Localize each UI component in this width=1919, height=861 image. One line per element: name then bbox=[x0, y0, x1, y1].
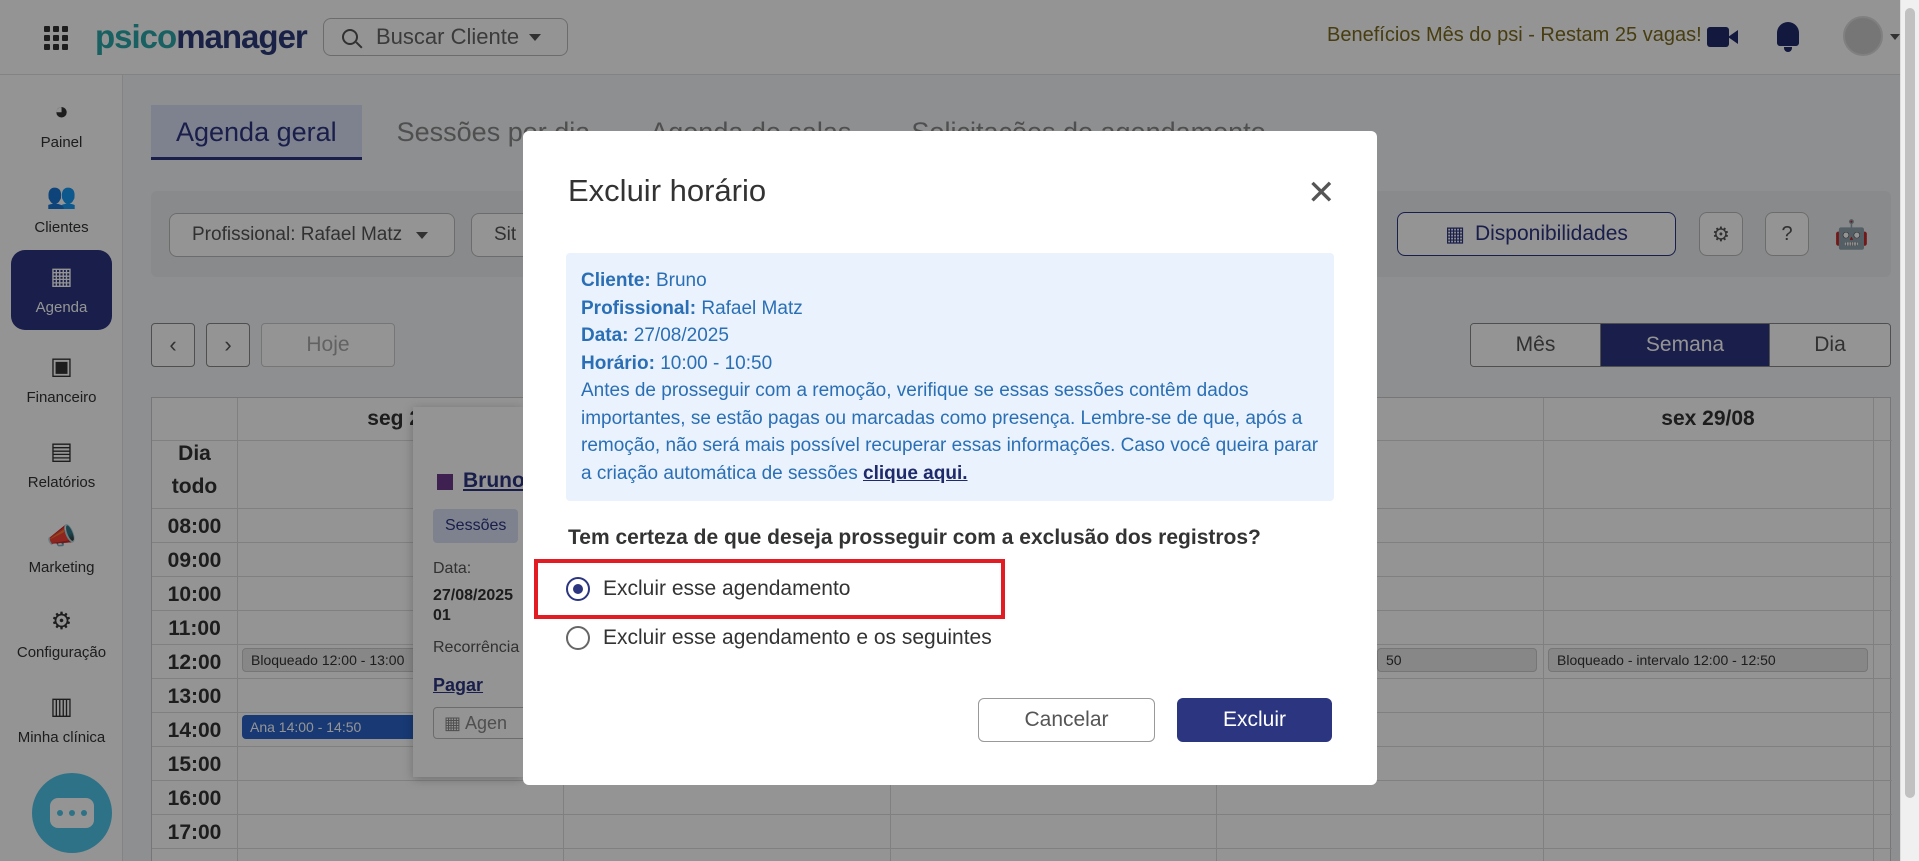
info-time: 10:00 - 10:50 bbox=[660, 352, 773, 374]
delete-button[interactable]: Excluir bbox=[1177, 698, 1332, 742]
info-date: 27/08/2025 bbox=[633, 325, 729, 346]
info-professional: Rafael Matz bbox=[701, 297, 803, 319]
option-delete-following[interactable]: Excluir esse agendamento e os seguintes bbox=[566, 626, 992, 650]
delete-slot-dialog: Excluir horário ✕ Cliente: Bruno Profiss… bbox=[523, 131, 1377, 785]
option-delete-this[interactable]: Excluir esse agendamento bbox=[566, 577, 850, 601]
info-client: Bruno bbox=[655, 270, 707, 291]
scrollbar-thumb[interactable] bbox=[1905, 8, 1915, 798]
radio-button[interactable] bbox=[566, 626, 590, 650]
cancel-button[interactable]: Cancelar bbox=[978, 698, 1155, 742]
close-icon[interactable]: ✕ bbox=[1307, 176, 1336, 210]
page-scrollbar[interactable] bbox=[1900, 0, 1919, 861]
info-box: Cliente: Bruno Profissional: Rafael Matz… bbox=[566, 253, 1334, 501]
radio-button[interactable] bbox=[566, 577, 590, 601]
dialog-title: Excluir horário bbox=[568, 173, 767, 208]
stop-auto-sessions-link[interactable]: clique aqui. bbox=[863, 463, 968, 484]
confirm-question: Tem certeza de que deseja prosseguir com… bbox=[568, 526, 1261, 549]
